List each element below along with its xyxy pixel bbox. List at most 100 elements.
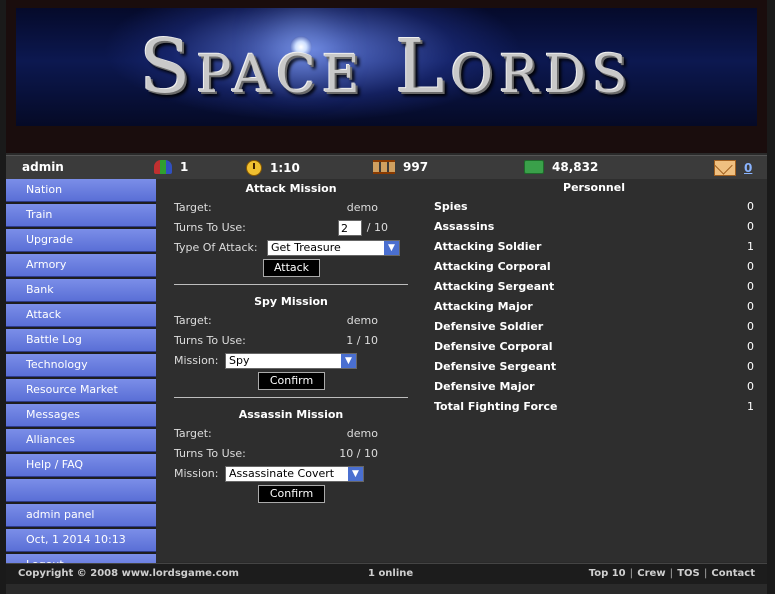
assassin-turns-label: Turns To Use: [174,447,246,460]
attack-turns-row: Turns To Use: / 10 [174,218,408,238]
attack-turns-max: / 10 [366,221,388,234]
spy-mission-panel: Spy Mission Target: demo Turns To Use: 1… [174,293,408,391]
sidebar-item-bank[interactable]: Bank [6,279,156,302]
sidebar-item-armory[interactable]: Armory [6,254,156,277]
game-logo: Space Lords [139,24,634,110]
spy-turns-value: 1 / 10 [346,334,378,347]
sidebar-item-alliances[interactable]: Alliances [6,429,156,452]
personnel-value: 0 [747,260,754,273]
attack-target-value: demo [346,201,378,214]
sidebar-item-admin-panel[interactable]: admin panel [6,504,156,527]
attack-type-label: Type Of Attack: [174,241,258,254]
footer-link-crew[interactable]: Crew [637,568,665,579]
personnel-row: Attacking Corporal 0 [434,257,754,277]
sidebar-item-upgrade[interactable]: Upgrade [6,229,156,252]
personnel-label: Attacking Corporal [434,260,551,273]
sidebar-nav: Nation Train Upgrade Armory Bank Attack … [6,179,156,577]
personnel-row: Attacking Sergeant 0 [434,277,754,297]
spy-button-row: Confirm [174,371,408,391]
sidebar-item-nation[interactable]: Nation [6,179,156,202]
spy-target-row: Target: demo [174,311,408,331]
attack-mission-title: Attack Mission [245,182,337,195]
sidebar-item-messages[interactable]: Messages [6,404,156,427]
hourglass-icon [373,160,395,174]
banner: Space Lords [6,0,767,153]
personnel-row: Assassins 0 [434,217,754,237]
spy-target-value: demo [346,314,378,327]
attack-button[interactable]: Attack [263,259,320,277]
spy-mission-selected: Spy [229,354,250,367]
personnel-row: Total Fighting Force 1 [434,397,754,417]
assassin-mission-title: Assassin Mission [238,408,344,421]
attack-target-row: Target: demo [174,198,408,218]
spy-mission-select[interactable]: Spy ▼ [225,353,357,369]
main-content: Attack Mission Target: demo Turns To Use… [156,179,767,562]
attack-type-select[interactable]: Get Treasure ▼ [267,240,400,256]
sidebar-item-attack[interactable]: Attack [6,304,156,327]
footer-copyright: Copyright © 2008 www.lordsgame.com [18,568,239,579]
assassin-target-label: Target: [174,427,212,440]
mail-stat[interactable]: 0 [714,160,752,176]
mail-icon[interactable] [714,160,736,176]
footer-separator: | [703,568,708,579]
personnel-row: Defensive Corporal 0 [434,337,754,357]
assassin-button-row: Confirm [174,484,408,504]
sidebar-item-battle-log[interactable]: Battle Log [6,329,156,352]
time-value: 1:10 [270,161,300,175]
sidebar-item-resource-market[interactable]: Resource Market [6,379,156,402]
clock-icon [246,160,262,176]
people-icon [154,160,172,174]
chevron-down-icon[interactable]: ▼ [341,354,356,368]
sidebar-item-help-faq[interactable]: Help / FAQ [6,454,156,477]
personnel-panel: Personnel Spies 0 Assassins 0 Attacking So… [434,179,754,417]
spy-confirm-button[interactable]: Confirm [258,372,325,390]
mail-count-link[interactable]: 0 [744,161,752,175]
assassin-mission-label: Mission: [174,467,219,480]
attack-button-row: Attack [174,258,408,278]
personnel-label: Total Fighting Force [434,400,558,413]
status-bar: admin 1 1:10 997 48,832 0 [6,155,767,180]
personnel-label: Spies [434,200,468,213]
footer-link-contact[interactable]: Contact [711,568,755,579]
spy-turns-label: Turns To Use: [174,334,246,347]
personnel-label: Attacking Soldier [434,240,542,253]
assassin-target-value: demo [346,427,378,440]
footer-link-top10[interactable]: Top 10 [589,568,626,579]
population-value: 1 [180,160,189,174]
personnel-value: 0 [747,220,754,233]
personnel-row: Defensive Sergeant 0 [434,357,754,377]
divider [174,397,408,398]
sidebar-datetime: Oct, 1 2014 10:13 [6,529,156,552]
chevron-down-icon[interactable]: ▼ [384,241,399,255]
money-value: 48,832 [552,160,599,174]
spy-target-label: Target: [174,314,212,327]
sidebar-spacer [6,479,156,502]
footer-separator: | [669,568,674,579]
personnel-label: Defensive Major [434,380,535,393]
assassin-turns-value: 10 / 10 [339,447,378,460]
chevron-down-icon[interactable]: ▼ [348,467,363,481]
personnel-value: 0 [747,320,754,333]
attack-turns-input[interactable] [338,220,362,236]
turns-stat: 997 [373,160,428,174]
turns-value: 997 [403,160,429,174]
attack-target-label: Target: [174,201,212,214]
footer: Copyright © 2008 www.lordsgame.com 1 onl… [6,563,767,584]
assassin-confirm-button[interactable]: Confirm [258,485,325,503]
assassin-turns-row: Turns To Use: 10 / 10 [174,444,408,464]
spy-turns-row: Turns To Use: 1 / 10 [174,331,408,351]
footer-link-tos[interactable]: TOS [677,568,700,579]
spy-mission-title: Spy Mission [254,295,328,308]
assassin-mission-select[interactable]: Assassinate Covert ▼ [225,466,364,482]
personnel-value: 0 [747,300,754,313]
spy-mission-label: Mission: [174,354,219,367]
personnel-row: Attacking Major 0 [434,297,754,317]
attack-type-row: Type Of Attack: Get Treasure ▼ [174,238,408,258]
sidebar-item-train[interactable]: Train [6,204,156,227]
sidebar-item-technology[interactable]: Technology [6,354,156,377]
personnel-value: 1 [747,240,754,253]
personnel-title: Personnel [563,181,625,194]
population-stat: 1 [154,160,188,174]
personnel-row: Defensive Soldier 0 [434,317,754,337]
footer-links: Top 10 | Crew | TOS | Contact [589,568,755,579]
